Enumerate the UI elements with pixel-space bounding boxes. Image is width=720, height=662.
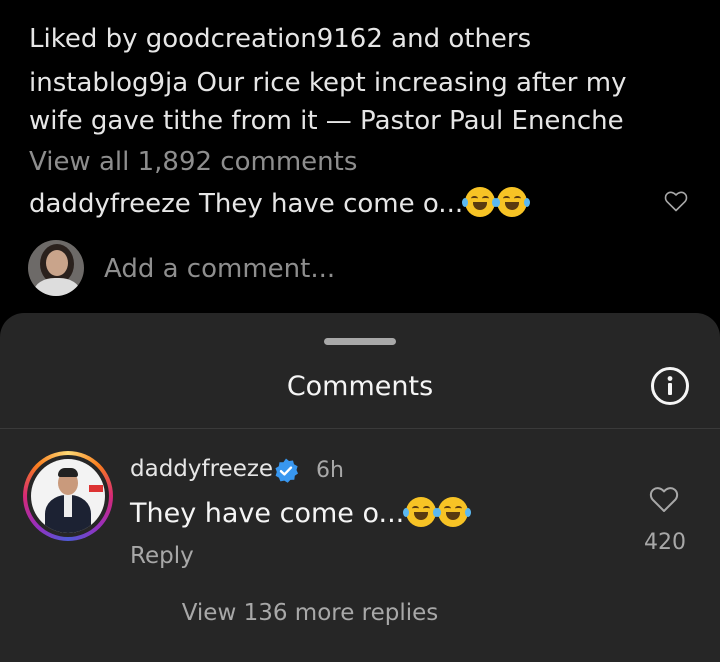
liked-by-text[interactable]: Liked by goodcreation9162 and others [29, 24, 531, 54]
info-icon[interactable] [650, 366, 690, 406]
preview-comment[interactable]: daddyfreeze They have come o... [29, 187, 531, 219]
add-comment-input[interactable]: Add a comment... [104, 254, 335, 284]
like-comment-heart-icon[interactable] [664, 190, 688, 212]
tears-of-joy-emoji-icon [462, 187, 499, 217]
current-user-avatar [28, 240, 84, 296]
tears-of-joy-emoji-icon [403, 497, 440, 527]
comment-text: They have come o... [130, 497, 472, 529]
commenter-avatar[interactable] [23, 451, 113, 541]
view-all-comments-link[interactable]: View all 1,892 comments [29, 147, 357, 177]
comments-sheet: Comments daddyfreeze 6h They have come o… [0, 313, 720, 662]
comment-text-content: They have come o... [130, 498, 405, 529]
comment-time: 6h [316, 458, 344, 483]
post-caption[interactable]: instablog9ja Our rice kept increasing af… [29, 64, 679, 140]
tears-of-joy-emoji-icon [435, 497, 472, 527]
sheet-title: Comments [286, 371, 434, 402]
like-count: 420 [644, 530, 686, 555]
verified-badge-icon [275, 458, 298, 483]
divider [0, 428, 720, 429]
comment-username[interactable]: daddyfreeze [130, 456, 273, 482]
tears-of-joy-emoji-icon [494, 187, 531, 217]
reply-button[interactable]: Reply [130, 543, 194, 569]
drag-handle[interactable] [324, 338, 396, 345]
preview-comment-text: daddyfreeze They have come o... [29, 189, 464, 219]
like-heart-icon[interactable] [649, 485, 679, 513]
view-more-replies-button[interactable]: View 136 more replies [0, 600, 620, 626]
